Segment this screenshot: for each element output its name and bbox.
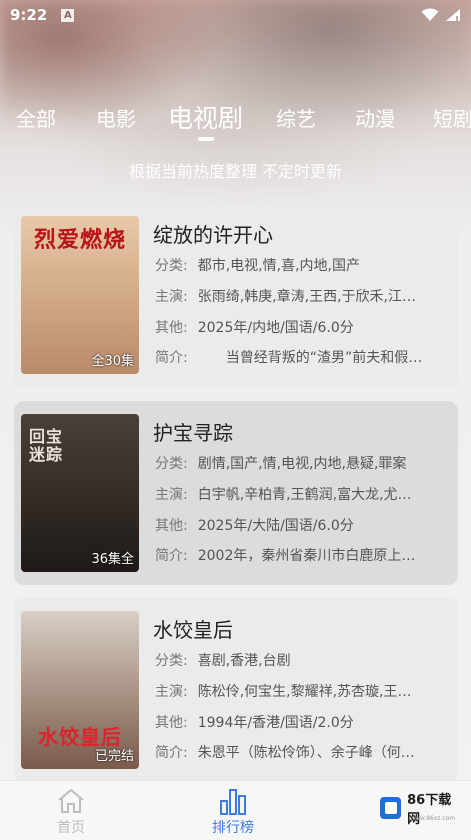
intro-value: 朱恩平（陈松伶饰）、余子峰（何…	[197, 745, 415, 761]
tab-all[interactable]: 全部	[16, 103, 56, 132]
wifi-icon	[421, 8, 439, 21]
status-bar: 9:22 A	[0, 0, 471, 30]
genre-value: 喜剧,香港,台剧	[197, 653, 291, 669]
cast-label: 主演:	[155, 289, 188, 305]
nav-ranking[interactable]: 排行榜	[212, 787, 254, 837]
genre-value: 都市,电视,情,喜,内地,国产	[197, 258, 360, 274]
ranking-subtitle: 根据当前热度整理 不定时更新	[128, 162, 343, 181]
genre-row: 分类: 喜剧,香港,台剧	[155, 650, 450, 670]
nav-home[interactable]: 首页	[56, 787, 86, 837]
tab-movies[interactable]: 电影	[96, 103, 136, 132]
watermark-subtext: www.86xz.com	[410, 815, 456, 822]
genre-value: 剧情,国产,情,电视,内地,悬疑,罪案	[197, 456, 407, 472]
other-row: 其他: 2025年/内地/国语/6.0分	[155, 317, 450, 337]
other-value: 2025年/内地/国语/6.0分	[197, 320, 354, 336]
site-watermark: 86下载网 www.86xz.com	[380, 793, 462, 827]
tab-tv-series[interactable]: 电视剧	[168, 99, 243, 135]
cast-row: 主演: 白宇帆,辛柏青,王鹤润,富大龙,尤…	[155, 484, 450, 504]
other-label: 其他:	[155, 518, 188, 534]
intro-value: 当曾经背叛的“渣男”前夫和假…	[197, 350, 423, 366]
nav-ranking-label: 排行榜	[212, 820, 254, 836]
other-row: 其他: 2025年/大陆/国语/6.0分	[155, 515, 450, 535]
poster-title-art: 回宝迷踪	[29, 427, 64, 464]
cast-value: 陈松伶,何宝生,黎耀祥,苏杏璇,王…	[197, 684, 412, 700]
cast-label: 主演:	[155, 684, 188, 700]
nav-home-label: 首页	[57, 820, 85, 836]
list-item[interactable]: 水饺皇后 已完结 水饺皇后 分类: 喜剧,香港,台剧 主演: 陈松伶,何宝生,黎耀祥…	[14, 598, 458, 782]
intro-label: 简介:	[155, 350, 188, 366]
item-title: 绽放的许开心	[153, 223, 273, 247]
item-title: 水饺皇后	[153, 618, 233, 642]
other-label: 其他:	[155, 320, 188, 336]
genre-label: 分类:	[155, 653, 188, 669]
other-value: 2025年/大陆/国语/6.0分	[197, 518, 354, 534]
active-tab-indicator	[198, 137, 214, 141]
poster-image: 烈爱燃烧 全30集	[21, 216, 139, 374]
poster-title-art: 烈爱燃烧	[33, 227, 126, 253]
category-tabs: 全部 电影 电视剧 综艺 动漫 短剧	[0, 95, 471, 145]
cast-row: 主演: 陈松伶,何宝生,黎耀祥,苏杏璇,王…	[155, 681, 450, 701]
cast-label: 主演:	[155, 487, 188, 503]
other-label: 其他:	[155, 715, 188, 731]
intro-label: 简介:	[155, 745, 188, 761]
other-row: 其他: 1994年/香港/国语/2.0分	[155, 712, 450, 732]
intro-row: 简介: 当曾经背叛的“渣男”前夫和假…	[155, 347, 450, 367]
episode-badge: 已完结	[94, 749, 134, 764]
genre-row: 分类: 剧情,国产,情,电视,内地,悬疑,罪案	[155, 453, 450, 473]
cast-row: 主演: 张雨绮,韩庚,章涛,王西,于欣禾,江…	[155, 286, 450, 306]
watermark-logo	[380, 797, 402, 819]
list-item[interactable]: 烈爱燃烧 全30集 绽放的许开心 分类: 都市,电视,情,喜,内地,国产 主演: 张…	[14, 203, 458, 387]
list-item[interactable]: 回宝迷踪 36集全 护宝寻踪 分类: 剧情,国产,情,电视,内地,悬疑,罪案 主演…	[14, 401, 458, 585]
intro-row: 简介: 2002年，秦州省秦川市白鹿原上…	[155, 545, 450, 565]
cast-value: 张雨绮,韩庚,章涛,王西,于欣禾,江…	[197, 289, 416, 305]
intro-value: 2002年，秦州省秦川市白鹿原上…	[197, 548, 416, 564]
battery-icon	[446, 9, 460, 21]
intro-label: 简介:	[155, 548, 188, 564]
episode-badge: 36集全	[91, 552, 134, 567]
tab-anime[interactable]: 动漫	[355, 103, 395, 132]
episode-badge: 全30集	[91, 354, 134, 369]
poster-image: 回宝迷踪 36集全	[21, 414, 139, 572]
cast-value: 白宇帆,辛柏青,王鹤润,富大龙,尤…	[197, 487, 412, 503]
ranking-icon	[220, 789, 246, 815]
poster-image: 水饺皇后 已完结	[21, 611, 139, 769]
notification-badge: A	[61, 8, 75, 22]
intro-row: 简介: 朱恩平（陈松伶饰）、余子峰（何…	[155, 742, 450, 762]
item-title: 护宝寻踪	[153, 421, 233, 445]
tab-variety[interactable]: 综艺	[276, 103, 316, 132]
tab-short-drama[interactable]: 短剧	[433, 103, 471, 132]
genre-label: 分类:	[155, 258, 188, 274]
status-icons	[421, 8, 461, 22]
home-icon	[58, 788, 84, 813]
status-time: 9:22	[10, 6, 48, 24]
genre-label: 分类:	[155, 456, 188, 472]
genre-row: 分类: 都市,电视,情,喜,内地,国产	[155, 255, 450, 275]
other-value: 1994年/香港/国语/2.0分	[197, 715, 354, 731]
